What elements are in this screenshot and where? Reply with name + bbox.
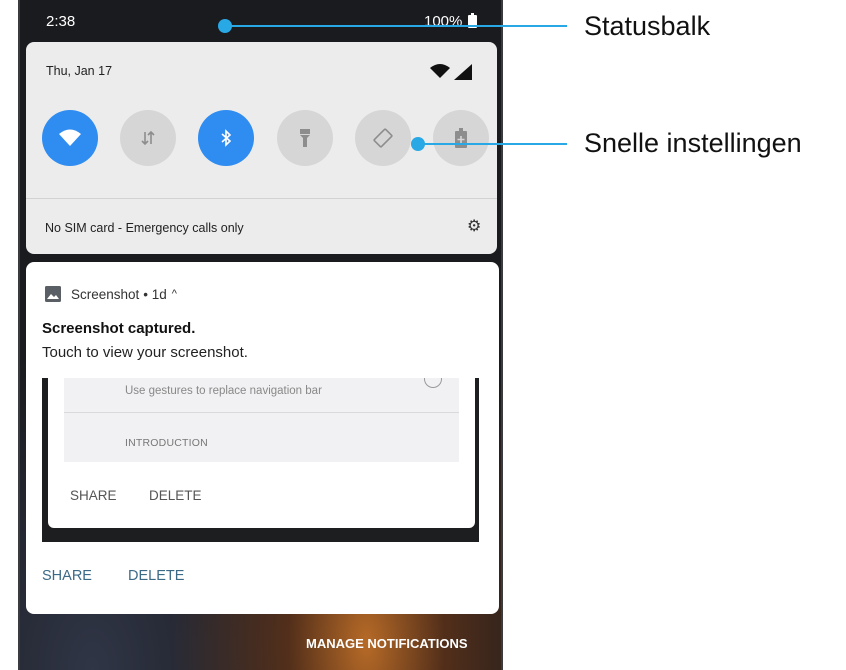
quick-settings-date: Thu, Jan 17 bbox=[46, 64, 113, 78]
preview-intro-text: INTRODUCTION bbox=[125, 437, 208, 449]
preview-divider bbox=[64, 412, 459, 413]
rotate-icon bbox=[373, 128, 393, 148]
auto-rotate-tile[interactable] bbox=[355, 110, 411, 166]
bluetooth-tile[interactable] bbox=[198, 110, 254, 166]
delete-button[interactable]: DELETE bbox=[128, 568, 184, 584]
battery-percent: 100% bbox=[424, 13, 463, 30]
preview-share-label: SHARE bbox=[70, 488, 117, 503]
gear-icon[interactable]: ⚙ bbox=[467, 219, 483, 235]
screenshot-notification[interactable]: Screenshot • 1d ^ Screenshot captured. T… bbox=[26, 262, 499, 614]
screenshot-preview[interactable]: Use gestures to replace navigation bar I… bbox=[42, 378, 479, 542]
notification-text: Touch to view your screenshot. bbox=[42, 344, 248, 361]
preview-delete-label: DELETE bbox=[149, 488, 202, 503]
flashlight-tile[interactable] bbox=[277, 110, 333, 166]
quick-settings-panel: Thu, Jan 17 No SIM card - Emergency call… bbox=[26, 42, 497, 254]
data-arrows-icon bbox=[141, 130, 155, 146]
flashlight-icon bbox=[300, 129, 310, 147]
status-bar: 2:38 100% bbox=[20, 0, 501, 42]
preview-gesture-text: Use gestures to replace navigation bar bbox=[125, 385, 322, 397]
quick-settings-tiles bbox=[26, 110, 497, 166]
battery-saver-tile[interactable] bbox=[433, 110, 489, 166]
wifi-icon bbox=[59, 129, 81, 146]
wifi-tile[interactable] bbox=[42, 110, 98, 166]
preview-radio-icon bbox=[424, 378, 442, 388]
battery-saver-icon bbox=[455, 128, 467, 148]
signal-icon bbox=[430, 64, 472, 80]
mobile-data-tile[interactable] bbox=[120, 110, 176, 166]
status-time: 2:38 bbox=[46, 13, 76, 30]
quick-settings-callout-label: Snelle instellingen bbox=[584, 128, 802, 158]
preview-card: Use gestures to replace navigation bar I… bbox=[48, 378, 475, 528]
sim-status-text: No SIM card - Emergency calls only bbox=[45, 221, 244, 235]
notification-time: • 1d bbox=[143, 286, 167, 302]
manage-notifications-button[interactable]: MANAGE NOTIFICATIONS bbox=[306, 636, 468, 651]
status-bar-callout-label: Statusbalk bbox=[584, 11, 711, 41]
notification-header: Screenshot • 1d ^ bbox=[45, 284, 177, 304]
status-bar-callout-line bbox=[225, 25, 567, 27]
phone-screen: 2:38 100% Thu, Jan 17 No SIM card - Emer… bbox=[18, 0, 503, 670]
bluetooth-icon bbox=[221, 129, 232, 147]
share-button[interactable]: SHARE bbox=[42, 568, 92, 584]
quick-settings-callout-line bbox=[418, 143, 567, 145]
notification-app-name: Screenshot bbox=[71, 286, 140, 302]
image-icon bbox=[45, 286, 61, 302]
notification-title: Screenshot captured. bbox=[42, 320, 196, 337]
preview-settings-panel: Use gestures to replace navigation bar I… bbox=[64, 378, 459, 462]
quick-settings-divider bbox=[26, 198, 497, 199]
chevron-up-icon[interactable]: ^ bbox=[172, 288, 177, 300]
